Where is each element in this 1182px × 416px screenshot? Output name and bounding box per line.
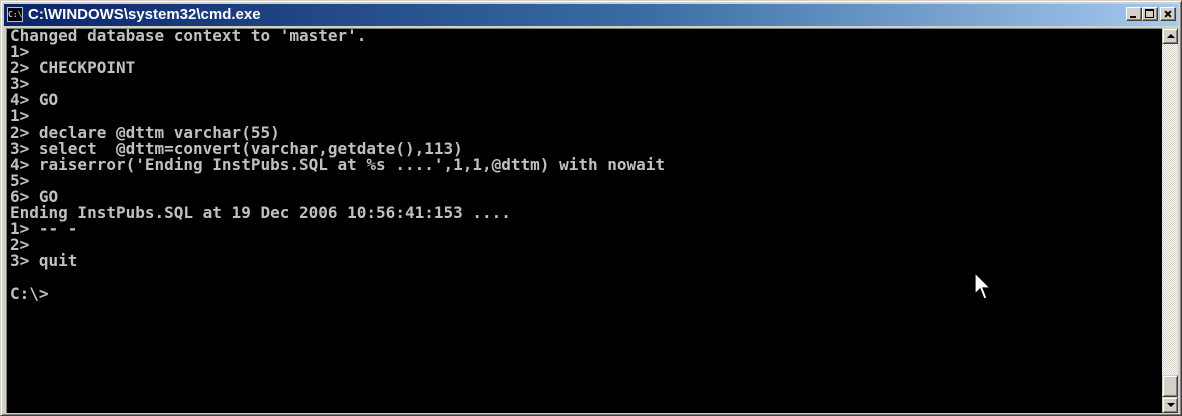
minimize-button[interactable] [1126,7,1142,21]
console-output[interactable]: Changed database context to 'master'. 1>… [6,28,1162,413]
console-line: 4> raiserror('Ending InstPubs.SQL at %s … [10,154,666,174]
console-line: 2> CHECKPOINT [10,58,136,78]
console-line: Changed database context to 'master'. [10,28,367,45]
cmd-window: C:\ C:\WINDOWS\system32\cmd.exe Changed … [0,0,1182,416]
title-bar[interactable]: C:\ C:\WINDOWS\system32\cmd.exe [4,4,1178,26]
scrollbar-thumb[interactable] [1162,375,1178,397]
mouse-pointer-icon [974,272,992,300]
console-line: 5> [10,170,30,190]
console-line: 1> -- - [10,219,78,239]
scroll-down-button[interactable] [1162,397,1178,413]
console-line: 4> GO [10,90,59,110]
console-line: 3> [10,74,30,94]
close-button[interactable] [1160,7,1176,21]
console-line: 3> quit [10,251,78,271]
scroll-up-button[interactable] [1162,28,1178,44]
console-app-icon[interactable]: C:\ [7,7,23,22]
console-line: Ending InstPubs.SQL at 19 Dec 2006 10:56… [10,203,511,223]
console-line: 1> [10,42,30,62]
console-line: 2> [10,235,30,255]
vertical-scrollbar[interactable] [1162,28,1178,413]
maximize-button[interactable] [1142,7,1158,21]
window-title: C:\WINDOWS\system32\cmd.exe [28,6,261,23]
